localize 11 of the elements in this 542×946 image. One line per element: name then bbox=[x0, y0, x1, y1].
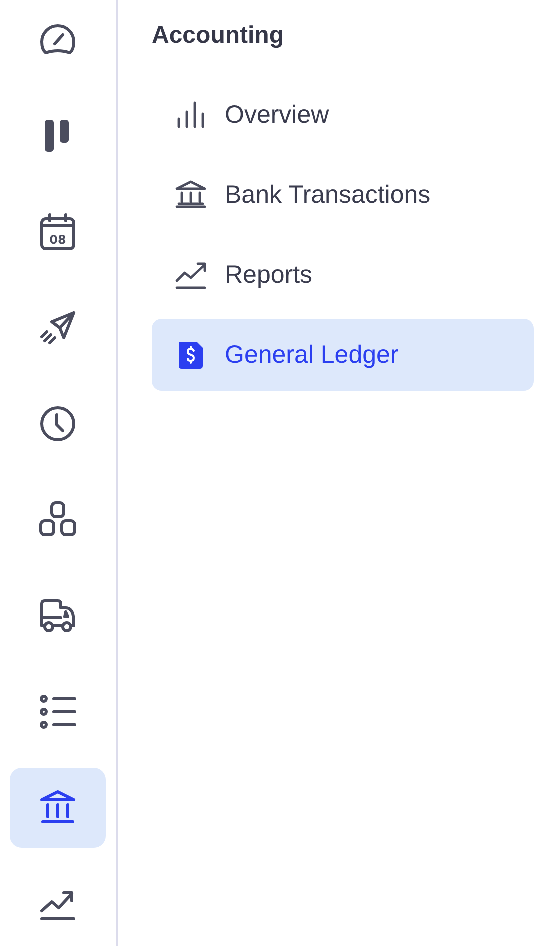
section-title: Accounting bbox=[152, 21, 284, 51]
bank-icon bbox=[175, 179, 207, 211]
list-icon bbox=[38, 692, 78, 732]
menu-item[interactable]: Bank Transactions bbox=[152, 159, 534, 231]
rail-button[interactable] bbox=[10, 768, 106, 848]
menu-item[interactable]: Reports bbox=[152, 239, 534, 311]
menu-item[interactable]: General Ledger bbox=[152, 319, 534, 391]
menu-item[interactable]: Overview bbox=[152, 79, 534, 151]
clock-icon bbox=[38, 404, 78, 444]
rail-button[interactable]: 08 bbox=[10, 192, 106, 272]
bar-chart-icon bbox=[175, 99, 207, 131]
